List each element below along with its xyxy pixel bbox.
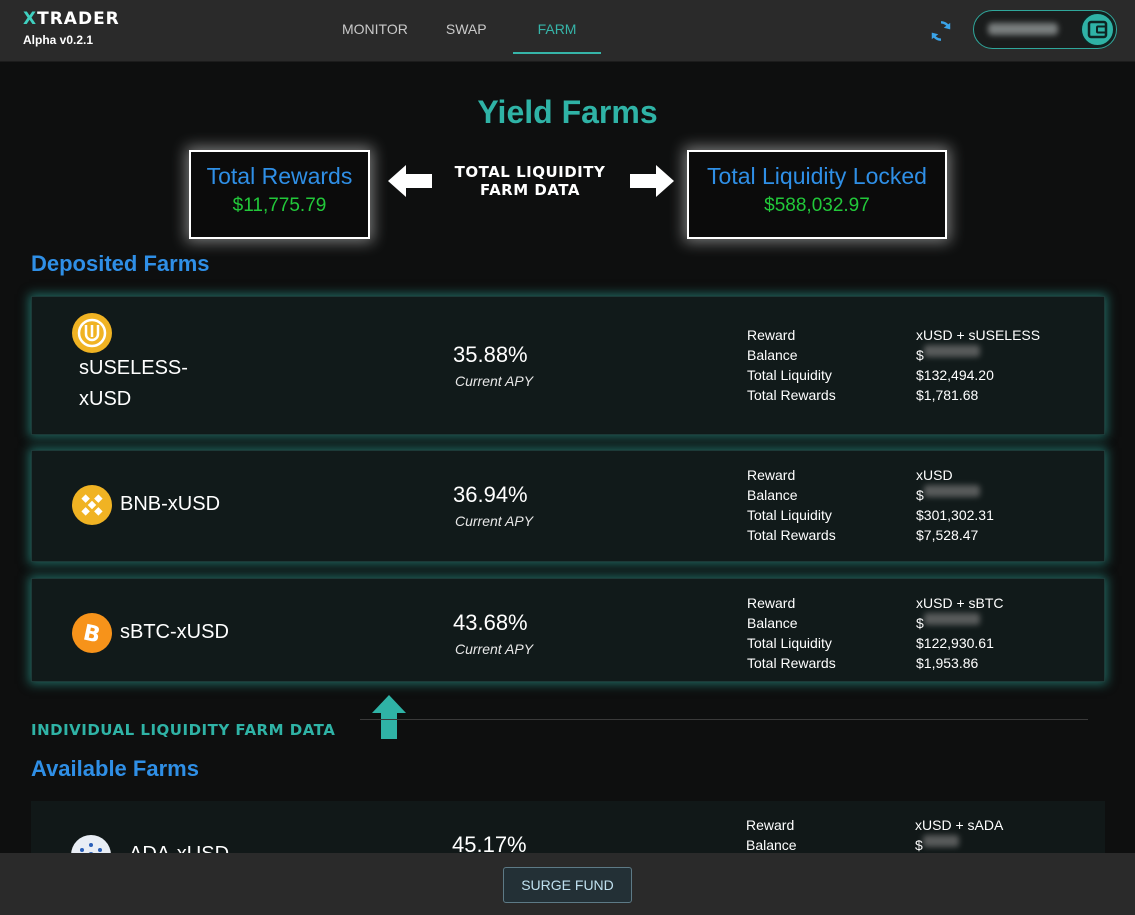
- farm-apy: 43.68%: [453, 610, 528, 635]
- individual-liquidity-annotation: INDIVIDUAL LIQUIDITY FARM DATA: [31, 721, 336, 739]
- wallet-icon: [1080, 12, 1115, 47]
- total-liquidity-value: $588,032.97: [764, 195, 870, 216]
- available-farms-heading: Available Farms: [31, 756, 199, 781]
- top-bar: XTRADER Alpha v0.2.1 MONITOR SWAP FARM: [0, 0, 1135, 62]
- balance-blurred: [923, 345, 980, 357]
- brand-logo: XTRADER: [23, 9, 120, 29]
- farm-name: BNB-xUSD: [120, 493, 221, 515]
- svg-text:B: B: [81, 620, 103, 648]
- farm-details: Reward xUSD + sUSELESS Balance $ Total Liq…: [747, 327, 1041, 403]
- divider: [360, 719, 1088, 720]
- total-rewards-box: Total Rewards $11,775.79: [189, 150, 370, 239]
- farm-card-sbtc-xusd[interactable]: B sBTC-xUSD 43.68% Current APY Reward xUS…: [31, 578, 1105, 682]
- app-version: Alpha v0.2.1: [23, 33, 94, 47]
- apy-label: Current APY: [455, 513, 534, 529]
- apy-label: Current APY: [455, 641, 534, 657]
- sbtc-coin-icon: B: [72, 613, 112, 653]
- footer-bar: SURGE FUND: [0, 853, 1135, 915]
- brand[interactable]: XTRADER Alpha v0.2.1: [23, 9, 120, 47]
- refresh-icon[interactable]: [928, 18, 954, 44]
- tab-monitor[interactable]: MONITOR: [330, 0, 420, 54]
- balance-blurred: [923, 485, 980, 497]
- main-nav: MONITOR SWAP FARM: [330, 0, 615, 62]
- apy-label: Current APY: [455, 373, 534, 389]
- total-liquidity-box: Total Liquidity Locked $588,032.97: [687, 150, 947, 239]
- arrow-right-icon: [630, 165, 674, 197]
- arrow-left-icon: [388, 165, 432, 197]
- balance-blurred: [923, 613, 980, 625]
- farm-name: sBTC-xUSD: [120, 621, 229, 643]
- farm-details: Reward xUSD + sADA Balance $: [746, 817, 1004, 853]
- farm-name: sUSELESS- xUSD: [79, 357, 188, 410]
- total-rewards-value: $11,775.79: [232, 195, 327, 216]
- tab-farm[interactable]: FARM: [512, 0, 602, 54]
- tab-swap[interactable]: SWAP: [434, 0, 499, 54]
- bnb-coin-icon: [72, 485, 112, 525]
- surge-fund-button[interactable]: SURGE FUND: [503, 867, 632, 903]
- total-rewards-label: Total Rewards: [206, 163, 353, 189]
- wallet-button[interactable]: [973, 10, 1117, 49]
- deposited-farms-heading: Deposited Farms: [31, 251, 210, 276]
- wallet-address-blurred: [988, 23, 1058, 35]
- page-title: Yield Farms: [477, 94, 658, 130]
- total-liquidity-annotation: TOTAL LIQUIDITY FARM DATA: [454, 163, 606, 199]
- farm-apy: 35.88%: [453, 342, 528, 367]
- arrow-up-icon: [372, 695, 406, 739]
- balance-blurred: [922, 835, 959, 847]
- farm-apy: 36.94%: [453, 482, 528, 507]
- farm-card-bnb-xusd[interactable]: BNB-xUSD 36.94% Current APY Reward xUSD B…: [31, 450, 1105, 562]
- farm-card-suseless-xusd[interactable]: sUSELESS- xUSD 35.88% Current APY Reward…: [31, 296, 1105, 435]
- farm-details: Reward xUSD + sBTC Balance $ Total Liquidi…: [747, 595, 1004, 671]
- total-liquidity-label: Total Liquidity Locked: [707, 163, 927, 189]
- suseless-coin-icon: [72, 313, 112, 353]
- farm-details: Reward xUSD Balance $ Total Liquidity $301,…: [747, 467, 994, 543]
